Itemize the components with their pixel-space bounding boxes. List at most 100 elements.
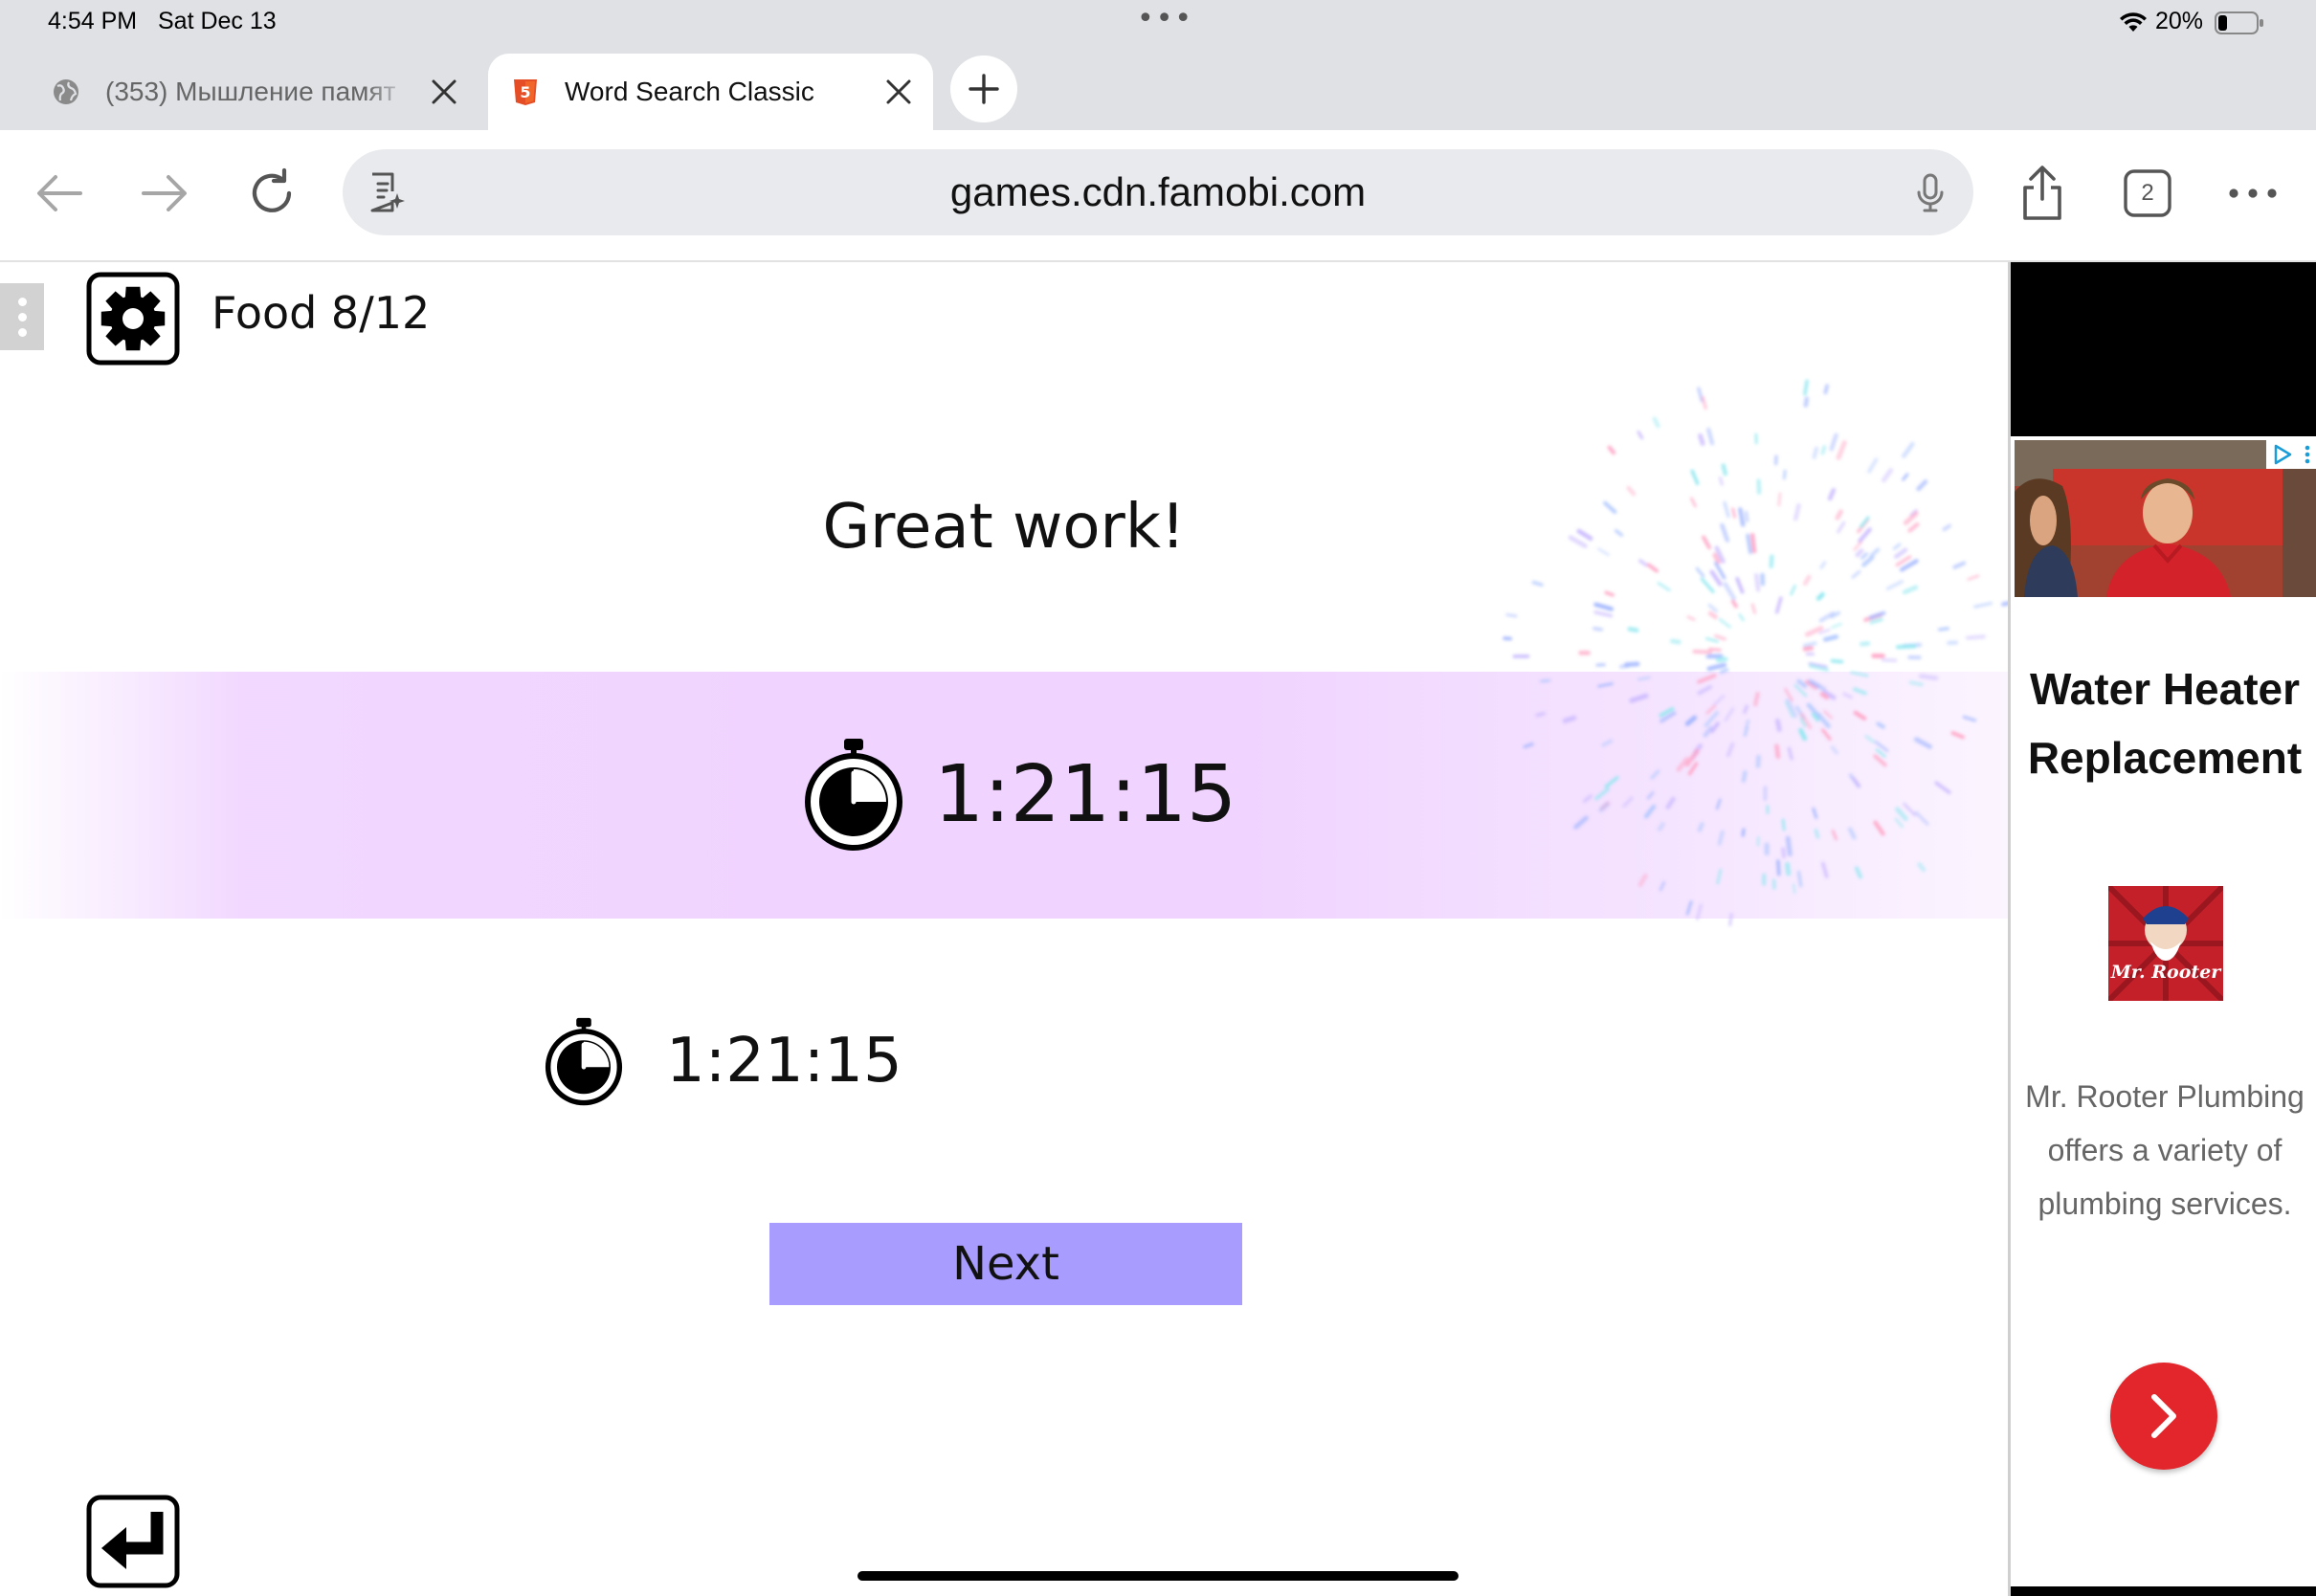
confetti-particle <box>1881 657 1898 663</box>
confetti-particle <box>1573 815 1589 830</box>
confetti-particle <box>1864 734 1875 743</box>
confetti-particle <box>1592 627 1604 632</box>
close-icon[interactable] <box>883 77 914 107</box>
new-tab-button[interactable] <box>950 55 1017 122</box>
confetti-particle <box>1831 745 1838 755</box>
confetti-particle <box>1646 563 1659 573</box>
confetti-particle <box>1937 627 1949 632</box>
confetti-particle <box>1643 804 1657 819</box>
confetti-particle <box>1696 903 1703 920</box>
confetti-particle <box>1598 801 1610 813</box>
confetti-particle <box>1719 668 1729 675</box>
ad-logo[interactable]: Mr. Rooter <box>2108 886 2223 1001</box>
close-icon[interactable] <box>429 77 459 107</box>
confetti-particle <box>1829 432 1838 452</box>
forward-button[interactable] <box>136 165 193 222</box>
tab-active[interactable]: 5 Word Search Classic <box>488 54 933 130</box>
confetti-particle <box>1902 473 1909 481</box>
confetti-particle <box>1917 862 1926 873</box>
confetti-particle <box>1695 566 1705 578</box>
ad-top-bar <box>2011 262 2316 436</box>
confetti-particle <box>1802 646 1814 652</box>
more-menu-button[interactable] <box>2224 165 2282 222</box>
arrow-right-icon <box>142 175 187 211</box>
confetti-particle <box>1876 721 1885 729</box>
confetti-particle <box>1823 710 1834 720</box>
confetti-particle <box>1867 457 1879 474</box>
confetti-particle <box>1685 900 1693 916</box>
ad-choices-icon[interactable] <box>2266 440 2316 469</box>
multitasking-dots-icon[interactable]: ••• <box>1137 2 1193 35</box>
url-text[interactable]: games.cdn.famobi.com <box>343 149 1973 235</box>
confetti-particle <box>1650 769 1660 780</box>
game-canvas: Food 8/12 Great work! 1:21:15 1:21:15 Ne… <box>0 262 2008 1596</box>
confetti-particle <box>1743 726 1748 737</box>
ad-panel[interactable]: Water Heater Replacement Mr. Rooter Mr. … <box>2008 262 2316 1596</box>
confetti-particle <box>1792 883 1796 894</box>
confetti-particle <box>1790 585 1796 596</box>
confetti-particle <box>1704 636 1720 643</box>
confetti-particle <box>1741 828 1746 837</box>
confetti-particle <box>1903 802 1917 817</box>
confetti-particle <box>1708 648 1722 652</box>
confetti-particle <box>1607 445 1616 455</box>
confetti-particle <box>1776 859 1781 876</box>
confetti-particle <box>1802 641 1817 648</box>
share-button[interactable] <box>2014 165 2071 222</box>
confetti-particle <box>1952 561 1967 569</box>
confetti-particle <box>1913 737 1933 749</box>
confetti-particle <box>1698 432 1705 446</box>
status-date: Sat Dec 13 <box>158 8 277 34</box>
plus-icon <box>969 74 999 104</box>
settings-gear-icon[interactable] <box>86 272 180 366</box>
ad-body-text[interactable]: Mr. Rooter Plumbing offers a variety of … <box>2020 1070 2309 1230</box>
ad-cta-button[interactable] <box>2110 1363 2217 1470</box>
confetti-particle <box>1629 693 1649 703</box>
confetti-particle <box>1885 580 1904 590</box>
ad-bottom-bar <box>2011 1586 2316 1596</box>
confetti-particle <box>1787 746 1793 761</box>
reload-icon <box>252 167 292 212</box>
home-indicator <box>857 1571 1459 1581</box>
reload-button[interactable] <box>243 165 301 222</box>
return-arrow-icon[interactable] <box>86 1495 180 1588</box>
confetti-particle <box>1850 671 1869 677</box>
svg-text:5: 5 <box>520 83 530 101</box>
address-bar[interactable]: games.cdn.famobi.com <box>343 149 1973 235</box>
tab-switcher-button[interactable]: 2 <box>2119 165 2176 222</box>
confetti-particle <box>1604 590 1615 597</box>
confetti-particle <box>1582 794 1592 803</box>
tab-strip: (353) Мышление памят 5 Word Search Class… <box>0 44 2316 130</box>
confetti-particle <box>1908 680 1924 687</box>
confetti-particle <box>1819 561 1827 569</box>
confetti-particle <box>1716 868 1723 885</box>
confetti-particle <box>1755 754 1761 768</box>
ad-headline[interactable]: Water Heater Replacement <box>2011 654 2316 792</box>
confetti-particle <box>1723 582 1737 601</box>
confetti-particle <box>1934 781 1951 794</box>
best-time: 1:21:15 <box>666 1026 902 1097</box>
next-button[interactable]: Next <box>769 1223 1242 1305</box>
confetti-particle <box>1523 742 1534 749</box>
confetti-particle <box>1895 807 1908 821</box>
confetti-particle <box>1637 676 1651 681</box>
confetti-particle <box>1918 674 1939 681</box>
confetti-particle <box>1965 634 1987 640</box>
confetti-particle <box>1875 748 1886 758</box>
confetti-particle <box>1657 582 1671 592</box>
microphone-icon[interactable] <box>1908 170 1952 214</box>
confetti-particle <box>1967 574 1980 581</box>
confetti-particle <box>1562 715 1577 723</box>
side-menu-handle[interactable] <box>0 283 44 350</box>
confetti-particle <box>1604 776 1619 788</box>
confetti-particle <box>1750 603 1757 614</box>
confetti-particle <box>1831 830 1838 841</box>
confetti-particle <box>1657 821 1665 831</box>
confetti-particle <box>1823 384 1829 395</box>
back-button[interactable] <box>31 165 88 222</box>
tab-inactive[interactable]: (353) Мышление памят <box>29 54 479 130</box>
confetti-particle <box>1715 798 1722 810</box>
confetti-particle <box>1785 835 1793 857</box>
confetti-particle <box>1753 691 1760 707</box>
html5-icon: 5 <box>514 79 537 105</box>
